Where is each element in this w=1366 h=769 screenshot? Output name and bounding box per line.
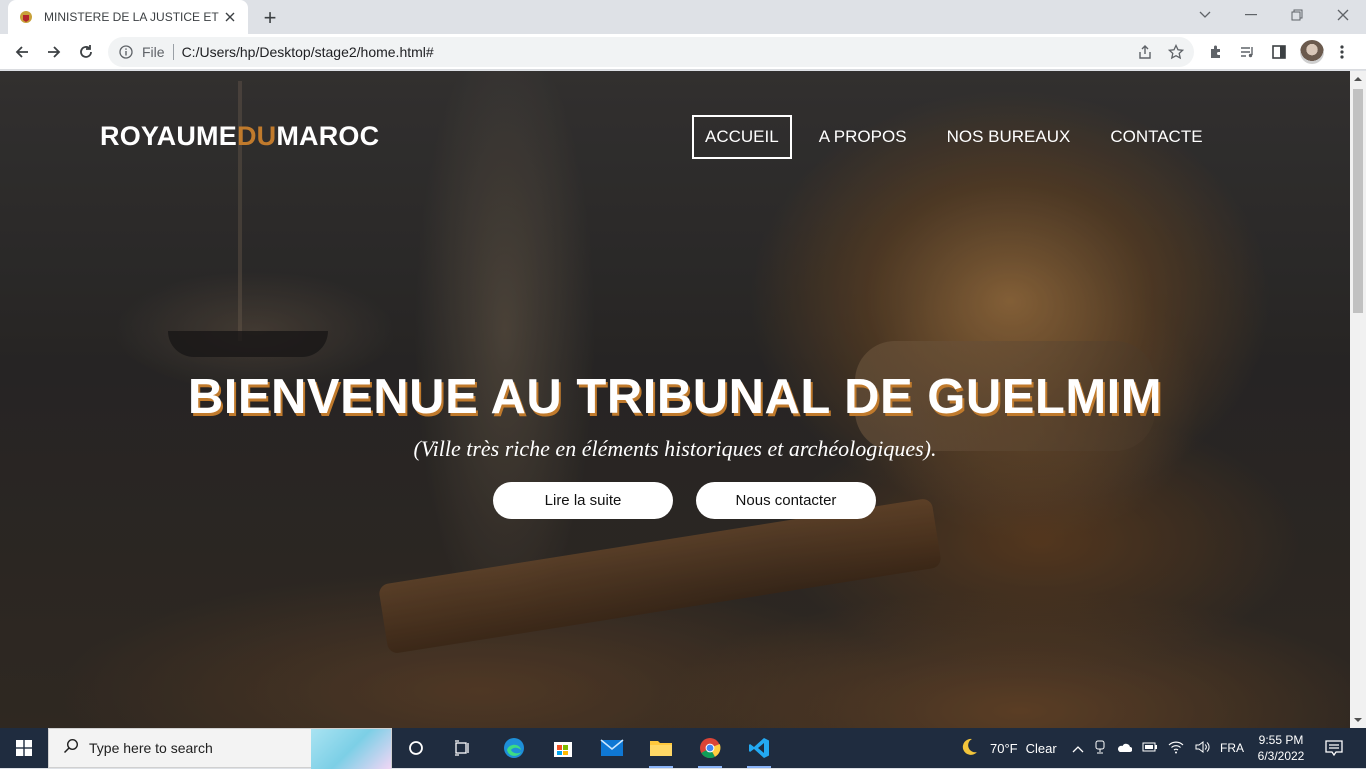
taskbar-search-box[interactable]: Type here to search xyxy=(48,728,392,769)
task-view-icon[interactable] xyxy=(445,732,481,764)
nav-link-accueil[interactable]: ACCUEIL xyxy=(692,115,792,159)
close-window-icon[interactable] xyxy=(1320,0,1366,30)
onedrive-icon[interactable] xyxy=(1116,741,1133,756)
new-tab-button[interactable]: + xyxy=(258,6,282,30)
bookmark-star-icon[interactable] xyxy=(1163,39,1189,65)
moon-icon xyxy=(960,738,978,759)
nav-link-contacte[interactable]: CONTACTE xyxy=(1097,115,1215,159)
windows-taskbar: Type here to search 70°F Clear FRA 9:55 … xyxy=(0,728,1366,769)
file-explorer-icon[interactable] xyxy=(643,732,679,768)
chrome-icon[interactable] xyxy=(692,732,728,768)
vscode-icon[interactable] xyxy=(741,732,777,768)
edge-browser-icon[interactable] xyxy=(496,732,532,764)
profile-avatar[interactable] xyxy=(1300,40,1324,64)
main-navigation: ACCUEIL A PROPOS NOS BUREAUX CONTACTE xyxy=(692,115,1216,159)
media-control-icon[interactable] xyxy=(1233,38,1261,66)
logo-part-royaume: ROYAUME xyxy=(100,121,237,151)
extensions-icon[interactable] xyxy=(1202,38,1230,66)
browser-tab[interactable]: MINISTERE DE LA JUSTICE ET DE xyxy=(8,0,248,34)
webcam-icon[interactable] xyxy=(1094,740,1106,757)
battery-icon[interactable] xyxy=(1142,741,1158,756)
show-hidden-icons-icon[interactable] xyxy=(1072,741,1084,756)
volume-icon[interactable] xyxy=(1194,740,1210,757)
side-panel-icon[interactable] xyxy=(1265,38,1293,66)
taskbar-clock[interactable]: 9:55 PM 6/3/2022 xyxy=(1245,732,1317,764)
logo-part-du: DU xyxy=(236,121,277,151)
weather-widget[interactable]: 70°F Clear xyxy=(960,728,1057,768)
notification-center-icon[interactable] xyxy=(1316,732,1352,764)
more-menu-icon[interactable] xyxy=(1328,38,1356,66)
tab-title: MINISTERE DE LA JUSTICE ET DE xyxy=(44,10,220,24)
search-placeholder: Type here to search xyxy=(89,740,213,756)
close-icon[interactable] xyxy=(222,9,238,25)
minimize-icon[interactable] xyxy=(1228,0,1274,30)
weather-temperature: 70°F xyxy=(990,740,1018,756)
clock-date: 6/3/2022 xyxy=(1257,749,1305,763)
divider xyxy=(172,44,174,60)
hero-subtitle: (Ville très riche en éléments historique… xyxy=(413,436,937,461)
scrollbar-thumb[interactable] xyxy=(1353,89,1363,313)
page-viewport: ROYAUMEDUMAROC ACCUEIL A PROPOS NOS BURE… xyxy=(0,71,1350,728)
scroll-up-icon[interactable] xyxy=(1350,71,1366,87)
search-highlight-image xyxy=(311,729,391,769)
reload-icon[interactable] xyxy=(72,38,100,66)
share-icon[interactable] xyxy=(1132,39,1158,65)
hero-title: BIENVENUE AU TRIBUNAL DE GUELMIM xyxy=(187,370,1163,424)
clock-time: 9:55 PM xyxy=(1258,733,1304,747)
browser-toolbar: File C:/Users/hp/Desktop/stage2/home.htm… xyxy=(0,34,1366,70)
search-icon xyxy=(63,738,79,759)
tab-search-icon[interactable] xyxy=(1182,0,1228,30)
address-bar[interactable]: File C:/Users/hp/Desktop/stage2/home.htm… xyxy=(108,37,1194,67)
plus-icon: + xyxy=(263,5,277,30)
microsoft-store-icon[interactable] xyxy=(545,732,581,764)
nav-link-nos-bureaux[interactable]: NOS BUREAUX xyxy=(934,115,1084,159)
forward-arrow-icon[interactable] xyxy=(40,38,68,66)
contact-us-button[interactable]: Nous contacter xyxy=(696,482,876,519)
coat-of-arms-icon xyxy=(18,9,34,25)
logo-part-maroc: MAROC xyxy=(276,121,380,151)
language-indicator[interactable]: FRA xyxy=(1220,741,1244,755)
restore-icon[interactable] xyxy=(1274,0,1320,30)
scroll-down-icon[interactable] xyxy=(1350,712,1366,728)
info-icon[interactable] xyxy=(118,44,134,60)
url-text[interactable]: C:/Users/hp/Desktop/stage2/home.html# xyxy=(182,44,434,60)
read-more-button[interactable]: Lire la suite xyxy=(493,482,673,519)
windows-start-icon[interactable] xyxy=(0,728,48,768)
site-logo[interactable]: ROYAUMEDUMAROC xyxy=(100,121,379,152)
back-arrow-icon[interactable] xyxy=(8,38,36,66)
tab-strip: MINISTERE DE LA JUSTICE ET DE + xyxy=(0,0,1366,34)
weather-condition: Clear xyxy=(1025,740,1057,756)
nav-link-a-propos[interactable]: A PROPOS xyxy=(806,115,920,159)
cortana-icon[interactable] xyxy=(398,732,434,764)
scheme-label: File xyxy=(142,44,165,60)
mail-icon[interactable] xyxy=(594,732,630,764)
system-tray: FRA xyxy=(1072,728,1244,768)
page-scrollbar[interactable] xyxy=(1350,71,1366,728)
wifi-icon[interactable] xyxy=(1168,740,1184,757)
